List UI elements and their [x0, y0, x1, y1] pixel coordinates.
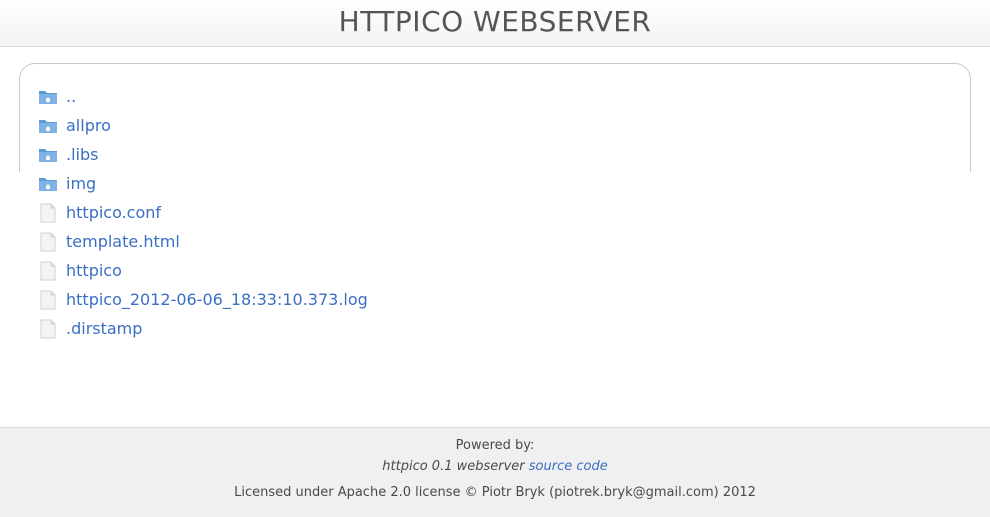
list-item: .. — [38, 82, 368, 111]
entry-link[interactable]: httpico — [66, 261, 122, 280]
list-item: img — [38, 169, 368, 198]
entry-link[interactable]: img — [66, 174, 96, 193]
software-credit: httpico 0.1 webserver source code — [0, 459, 990, 474]
entry-link[interactable]: .. — [66, 87, 76, 106]
list-item: .dirstamp — [38, 314, 368, 343]
software-name: httpico 0.1 webserver — [382, 459, 529, 474]
directory-listing: .. allpro .libs img httpico.conf templat… — [38, 82, 368, 343]
entry-link[interactable]: httpico_2012-06-06_18:33:10.373.log — [66, 290, 368, 309]
file-icon — [38, 203, 58, 223]
powered-by-label: Powered by: — [455, 438, 535, 453]
file-icon — [38, 232, 58, 252]
page-header: HTTPICO WEBSERVER — [0, 0, 990, 47]
source-code-link[interactable]: source code — [529, 459, 608, 474]
entry-link[interactable]: template.html — [66, 232, 180, 251]
entry-link[interactable]: .libs — [66, 145, 98, 164]
file-icon — [38, 319, 58, 339]
list-item: template.html — [38, 227, 368, 256]
entry-link[interactable]: allpro — [66, 116, 111, 135]
folder-icon — [38, 174, 58, 194]
folder-icon — [38, 87, 58, 107]
list-item: httpico — [38, 256, 368, 285]
folder-icon — [38, 145, 58, 165]
list-item: httpico_2012-06-06_18:33:10.373.log — [38, 285, 368, 314]
file-icon — [38, 290, 58, 310]
list-item: allpro — [38, 111, 368, 140]
license-text: Licensed under Apache 2.0 license © Piot… — [234, 485, 756, 500]
entry-link[interactable]: .dirstamp — [66, 319, 142, 338]
folder-icon — [38, 116, 58, 136]
list-item: httpico.conf — [38, 198, 368, 227]
page-footer: Powered by: httpico 0.1 webserver source… — [0, 427, 990, 517]
page-title: HTTPICO WEBSERVER — [338, 5, 652, 38]
entry-link[interactable]: httpico.conf — [66, 203, 161, 222]
list-item: .libs — [38, 140, 368, 169]
file-icon — [38, 261, 58, 281]
